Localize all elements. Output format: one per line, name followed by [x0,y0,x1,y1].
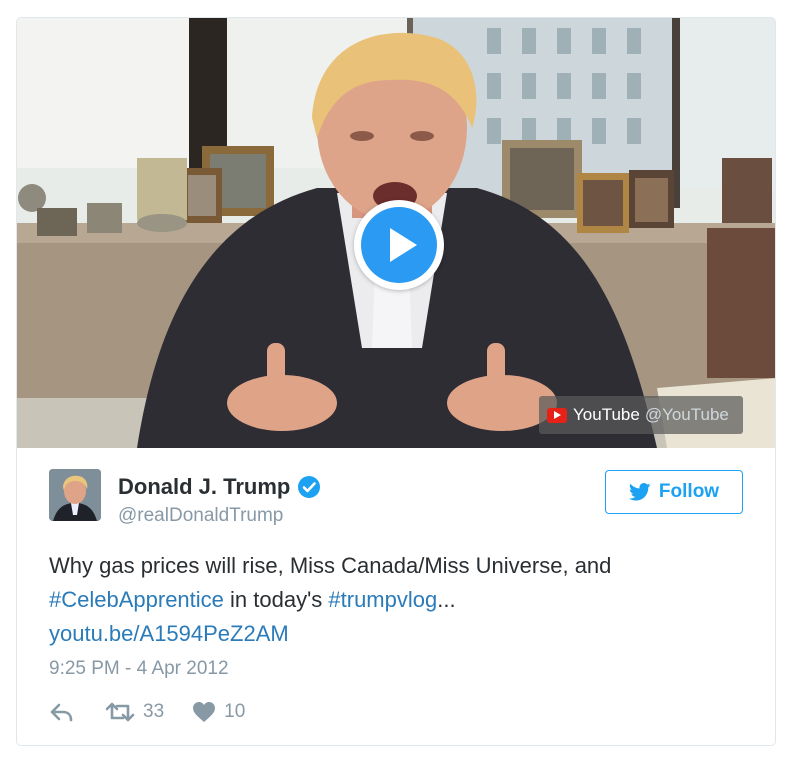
reply-button[interactable] [49,702,75,722]
like-button[interactable]: 10 [192,701,245,723]
tweet-actions: 33 10 [49,700,245,724]
tweet-text: Why gas prices will rise, Miss Canada/Mi… [49,549,749,651]
twitter-bird-icon [628,483,651,501]
display-name: Donald J. Trump [118,474,291,499]
retweet-button[interactable]: 33 [105,701,164,723]
follow-button[interactable]: Follow [605,470,743,514]
youtube-handle: @YouTube [644,405,729,424]
embedded-tweet-card: YouTube @YouTube Donald J. Trump @realDo… [16,17,776,746]
reply-icon [50,703,73,722]
avatar-image [49,469,101,521]
heart-icon [193,702,216,722]
play-icon [361,207,437,283]
like-count: 10 [224,701,246,722]
author-handle[interactable]: @realDonaldTrump [118,505,283,527]
video-thumbnail[interactable]: YouTube @YouTube [17,18,775,448]
hashtag-trumpvlog[interactable]: #trumpvlog [328,587,437,612]
hashtag-celebapprentice[interactable]: #CelebApprentice [49,587,224,612]
follow-label: Follow [658,481,720,502]
author-name[interactable]: Donald J. Trump [118,474,321,500]
youtube-logo-icon [547,407,567,423]
retweet-count: 33 [143,701,165,722]
retweet-icon [105,702,135,722]
verified-badge-icon [298,476,321,498]
tweet-link[interactable]: youtu.be/A1594PeZ2AM [49,621,289,646]
tweet-text-part2: in today's [223,587,329,612]
tweet-text-part1: Why gas prices will rise, Miss Canada/Mi… [49,553,612,578]
avatar[interactable] [49,469,101,521]
tweet-timestamp[interactable]: 9:25 PM - 4 Apr 2012 [49,658,229,680]
tweet-text-part3: ... [437,587,456,612]
youtube-source-badge[interactable]: YouTube @YouTube [539,396,743,434]
play-button[interactable] [354,200,444,290]
youtube-label: YouTube [573,405,640,424]
